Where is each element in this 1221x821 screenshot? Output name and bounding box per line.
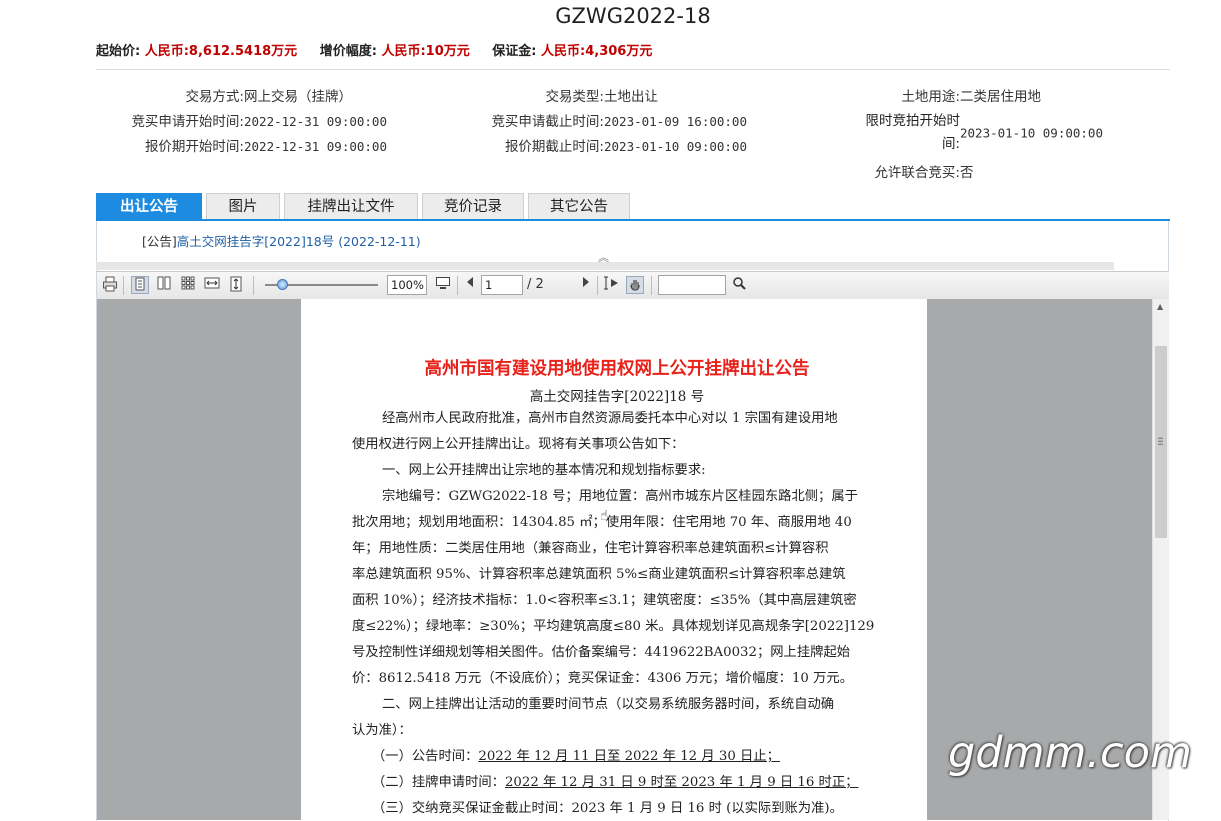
trade-type-label: 交易类型: [545,89,604,105]
watermark: gdmm.com [948,728,1192,778]
document-line: 宗地编号：GZWG2022-18 号；用地位置：高州市城东片区桂园东路北侧；属于 [382,489,858,504]
document-line: 面积 10%）；经济技术指标：1.0<容积率≤3.1；建筑密度：≤35%（其中高… [352,593,857,608]
single-page-view-icon[interactable] [131,276,149,294]
document-line: 号及控制性详细规划等相关图件。估价备案编号：4419622BA0032；网上挂牌… [352,645,851,660]
hand-cursor-icon: ☝ [600,508,609,524]
page-title: GZWG2022-18 [555,4,711,28]
increment-value: 人民币:10万元 [381,44,470,59]
trade-method-row: 交易方式:网上交易（挂牌） [96,85,352,105]
joint-bid-label: 允许联合竞买: [874,165,960,181]
two-page-view-icon[interactable] [155,276,173,294]
notice-list-item: [公告]高土交网挂告字[2022]18号 (2022-12-11) [142,231,421,250]
apply-end-label: 竞买申请截止时间: [491,114,604,130]
trade-type-row: 交易类型:土地出让 [452,85,658,105]
price-summary: 起始价: 人民币:8,612.5418万元 增价幅度: 人民币:10万元 保证金… [96,40,670,59]
document-reference: 高土交网挂告字[2022]18 号 [529,389,705,405]
tab-sale-notice[interactable]: 出让公告 [96,193,202,219]
document-line: 度≤22%）；绿地率：≥30%；平均建筑高度≤80 米。具体规划详见高规条字[2… [352,619,875,634]
trade-method-value: 网上交易（挂牌） [244,89,352,105]
time-2-value: 2022 年 12 月 31 日 9 时至 2023 年 1 月 9 日 16 … [504,775,859,790]
monitor-icon[interactable] [434,276,452,294]
timed-bid-label: 限时竞拍开始时 间: [840,110,961,156]
document-line: 经高州市人民政府批准，高州市自然资源局委托本中心对以 1 宗国有建设用地 [382,411,838,426]
start-price-value: 人民币:8,612.5418万元 [144,44,298,59]
document-line: 认为准）： [352,723,412,738]
search-icon[interactable] [730,276,748,294]
joint-bid-value: 否 [960,165,974,181]
document-line: 率总建筑面积 95%、计算容积率总建筑面积 5%≤商业建筑面积≤计算容积率总建筑 [352,567,846,582]
document-line: 年；用地性质：二类居住用地（兼容商业，住宅计算容积率总建筑面积≤计算容积 [352,541,829,556]
fit-width-icon[interactable] [203,276,221,294]
text-select-icon[interactable] [603,276,621,294]
toolbar-separator [123,276,124,295]
apply-start-row: 竞买申请开始时间:2022-12-31 09:00:00 [96,110,387,130]
quote-start-label: 报价期开始时间: [144,139,244,155]
apply-start-value: 2022-12-31 09:00:00 [244,114,387,129]
page-total: / 2 [527,277,544,292]
time-2-prefix: （二）挂牌申请时间： [372,775,505,790]
zoom-input[interactable]: 100% [387,275,427,295]
document-line: 一、网上公开挂牌出让宗地的基本情况和规划指标要求: [382,463,706,478]
header-divider [96,69,1170,70]
double-chevron-up-icon[interactable]: ︽ [598,252,609,263]
tab-other-notices[interactable]: 其它公告 [528,193,630,219]
page-number-input[interactable]: 1 [481,275,523,295]
land-use-row: 土地用途:二类居住用地 [840,85,1041,105]
deposit-value: 人民币:4,306万元 [541,44,653,59]
apply-start-label: 竞买申请开始时间: [131,114,244,130]
toolbar-separator [597,276,598,295]
land-use-value: 二类居住用地 [960,89,1041,105]
quote-start-value: 2022-12-31 09:00:00 [244,139,387,154]
pdf-page: 高州市国有建设用地使用权网上公开挂牌出让公告 高土交网挂告字[2022]18 号… [301,299,927,820]
time-1-value: 2022 年 12 月 11 日至 2022 年 12 月 30 日止； [478,749,780,764]
quote-end-label: 报价期截止时间: [504,139,604,155]
tab-listing-docs[interactable]: 挂牌出让文件 [284,193,418,219]
deposit-label: 保证金: [492,44,537,59]
toolbar-separator [457,276,458,295]
quote-end-row: 报价期截止时间:2023-01-10 09:00:00 [452,135,747,155]
quote-start-row: 报价期开始时间:2022-12-31 09:00:00 [96,135,387,155]
trade-method-label: 交易方式: [185,89,244,105]
document-line: （三）交纳竞买保证金截止时间：2023 年 1 月 9 日 16 时 (以实际到… [372,801,843,816]
increment-label: 增价幅度: [319,44,377,59]
document-line: （二）挂牌申请时间：2022 年 12 月 31 日 9 时至 2023 年 1… [352,770,882,796]
time-1-prefix: （一）公告时间： [372,749,479,764]
quote-end-value: 2023-01-10 09:00:00 [604,139,747,154]
tab-images[interactable]: 图片 [206,193,280,219]
thumbnail-view-icon[interactable] [179,276,197,294]
timed-bid-label-line2: 间: [941,136,960,152]
timed-bid-row: 限时竞拍开始时 间: 2023-01-10 09:00:00 [840,110,1104,156]
previous-page-icon[interactable] [461,276,479,294]
next-page-icon[interactable] [577,276,595,294]
notice-prefix: [公告] [142,234,177,249]
scroll-up-icon[interactable]: ▲ [1157,302,1163,311]
search-input[interactable] [658,275,726,295]
document-line: 批次用地；规划用地面积：14304.85 ㎡；使用年限：住宅用地 70 年、商服… [352,515,852,530]
document-line: 价：8612.5418 万元（不设底价）；竞买保证金：4306 万元；增价幅度：… [352,671,854,686]
document-title: 高州市国有建设用地使用权网上公开挂牌出让公告 [424,359,810,379]
apply-end-value: 2023-01-09 16:00:00 [604,114,747,129]
land-use-label: 土地用途: [901,89,960,105]
start-price-label: 起始价: [96,44,141,59]
trade-type-value: 土地出让 [604,89,658,105]
timed-bid-label-line1: 限时竞拍开始时 [865,113,961,129]
pdf-toolbar: 100% 1 / 2 [97,271,1169,300]
document-body: 经高州市人民政府批准，高州市自然资源局委托本中心对以 1 宗国有建设用地 使用权… [352,406,882,820]
toolbar-separator [253,276,254,295]
document-line: （一）公告时间：2022 年 12 月 11 日至 2022 年 12 月 30… [352,744,882,770]
scrollbar-grip-icon: ━ ━ ━ [1158,434,1163,449]
timed-bid-value: 2023-01-10 09:00:00 [960,125,1103,141]
hand-tool-icon[interactable] [626,276,644,294]
toolbar-separator [651,276,652,295]
document-line: 使用权进行网上公开挂牌出让。现将有关事项公告如下： [352,437,685,452]
tab-bid-records[interactable]: 竞价记录 [422,193,524,219]
fit-height-icon[interactable] [227,276,245,294]
apply-end-row: 竞买申请截止时间:2023-01-09 16:00:00 [452,110,747,130]
zoom-slider-thumb[interactable] [277,279,288,290]
print-icon[interactable] [101,276,119,294]
notice-link[interactable]: 高土交网挂告字[2022]18号 (2022-12-11) [177,234,421,249]
joint-bid-row: 允许联合竞买:否 [840,161,974,181]
document-line: 二、网上挂牌出让活动的重要时间节点（以交易系统服务器时间，系统自动确 [382,697,835,712]
